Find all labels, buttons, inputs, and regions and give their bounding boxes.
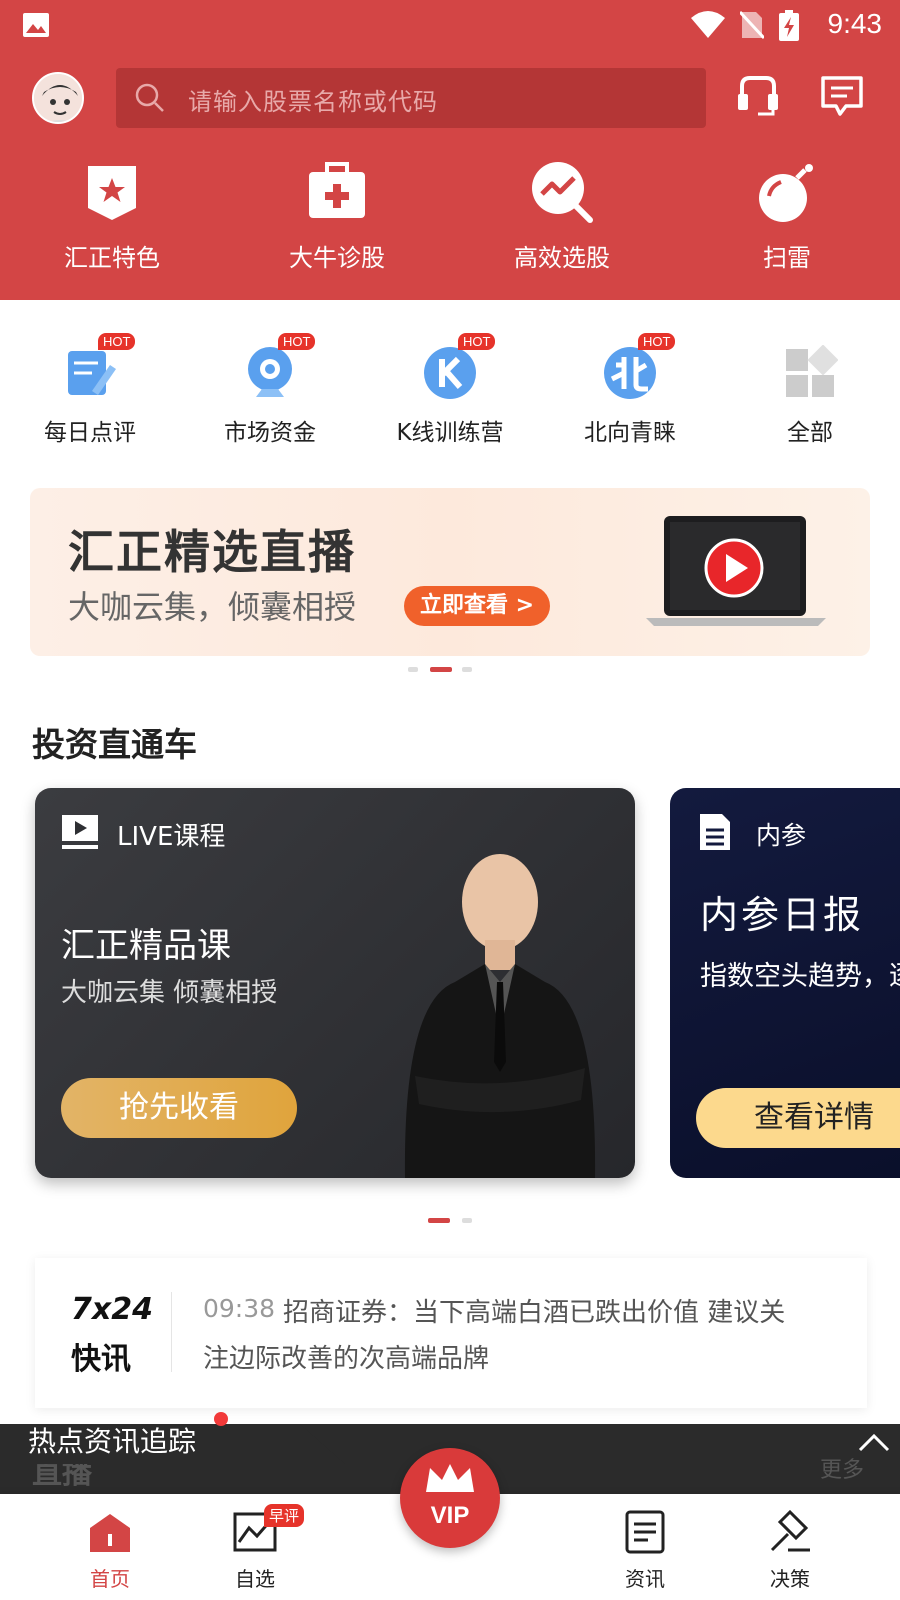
header: 9:43 请输入股票名称或代码 汇正特色 大牛诊股 高效选股 扫雷 [0,0,900,300]
nav-home[interactable]: 首页 [55,1510,165,1592]
quick-link-diagnose[interactable]: 大牛诊股 [237,160,437,273]
live-course-card[interactable]: LIVE课程 汇正精品课 大咖云集 倾囊相授 抢先收看 [35,788,635,1178]
customer-service-icon[interactable] [736,74,780,118]
nav-decision[interactable]: 决策 [735,1509,845,1592]
nav-label: 首页 [90,1567,130,1591]
bottom-nav: 首页 自选 早评 VIP 资讯 决策 [0,1448,900,1600]
document-icon [700,814,730,850]
news-icon [625,1510,665,1554]
message-icon[interactable] [820,74,864,118]
north-icon [604,347,656,399]
card-title: 汇正精品课 [61,926,231,966]
search-input[interactable]: 请输入股票名称或代码 [116,68,706,128]
presenter-photo [404,854,596,1178]
hot-tracking-label: 热点资讯追踪 [28,1425,197,1458]
banner-indicator-dot [462,667,472,672]
vip-button[interactable]: VIP [400,1448,500,1548]
webcam-icon [248,347,292,397]
card-tag: LIVE课程 [117,822,226,852]
hot-badge: HOT [278,333,316,350]
watch-now-button[interactable]: 抢先收看 [61,1078,297,1138]
quick-link-stock-picker[interactable]: 高效选股 [462,160,662,273]
live-banner[interactable]: 汇正精选直播 大咖云集，倾囊相授 立即查看 > [30,488,870,656]
shortcut-daily-review[interactable]: HOT 每日点评 [5,333,175,447]
gavel-icon [770,1509,810,1552]
shortcut-label: 北向青睐 [584,420,676,446]
bomb-icon [759,164,813,222]
news-text-line: 注边际改善的次高端品牌 [203,1344,490,1374]
video-icon [62,815,98,849]
banner-cta-button[interactable]: 立即查看 > [404,586,550,626]
section-title: 投资直通车 [32,725,197,764]
avatar[interactable] [32,72,84,124]
chevron-up-icon[interactable] [858,1432,890,1452]
card-title: 内参日报 [700,893,865,937]
quick-link-featured[interactable]: 汇正特色 [12,160,212,273]
quick-link-label: 扫雷 [763,244,811,272]
status-bar: 9:43 [0,0,900,52]
notepad-icon [68,351,116,395]
flash-news-logo-top: 7x24 [71,1292,153,1327]
banner-indicator-dot [408,667,418,672]
internal-reference-card[interactable]: 内参 内参日报 指数空头趋势，逐 查看详情 [670,788,900,1178]
star-shield-icon [88,166,136,220]
nav-news[interactable]: 资讯 [590,1510,700,1592]
flash-news-logo-bottom: 快讯 [71,1342,131,1377]
crown-icon [426,1464,474,1492]
hot-badge: HOT [98,333,136,350]
obscured-more-link: 更多 [820,1458,865,1483]
k-letter-icon [424,347,476,399]
news-text-line: 招商证券：当下高端白酒已跌出价值 建议关 [283,1298,786,1328]
vip-label: VIP [430,1502,470,1529]
avatar-face-icon [34,74,82,122]
nav-label: 资讯 [625,1567,665,1591]
shortcut-kline-camp[interactable]: HOT K线训练营 [365,333,535,447]
home-icon [90,1514,130,1552]
card-tag: 内参 [756,821,807,850]
banner-title: 汇正精选直播 [68,525,356,579]
view-details-button[interactable]: 查看详情 [696,1088,900,1148]
card-subtitle: 指数空头趋势，逐 [700,961,900,992]
quick-link-label: 汇正特色 [64,244,160,272]
shortcut-northbound[interactable]: HOT 北向青睐 [545,333,715,447]
quick-link-minesweep[interactable]: 扫雷 [687,160,887,273]
banner-subtitle: 大咖云集，倾囊相授 [68,588,357,626]
shortcut-label: 每日点评 [44,420,136,446]
shortcut-label: 市场资金 [224,420,316,446]
card-indicator-dot-active [428,1218,450,1223]
chart-search-icon [532,162,593,223]
wifi-icon [691,11,725,38]
quick-link-label: 大牛诊股 [289,244,385,272]
shortcut-market-funds[interactable]: HOT 市场资金 [185,333,355,447]
hot-badge: HOT [638,333,676,350]
news-time: 09:38 [203,1294,276,1323]
flash-news-card[interactable]: 7x24 快讯 09:38 招商证券：当下高端白酒已跌出价值 建议关 注边际改善… [35,1258,867,1408]
banner-indicator-dot-active [430,667,452,672]
notification-dot [214,1412,228,1426]
morning-review-badge: 早评 [264,1504,305,1527]
search-icon [135,83,164,112]
shortcut-all[interactable]: 全部 [725,344,895,447]
shortcut-label: 全部 [787,420,833,446]
no-sim-icon [740,10,764,40]
shortcut-label: K线训练营 [396,420,504,446]
divider [171,1292,172,1372]
hot-badge: HOT [458,333,496,350]
medical-kit-icon [309,162,365,218]
grid-apps-icon [786,344,839,397]
nav-watchlist[interactable]: 自选 早评 [200,1504,310,1592]
laptop-play-icon [646,516,826,626]
quick-link-label: 高效选股 [514,244,610,272]
image-notification-icon [23,13,49,37]
status-time: 9:43 [827,8,883,39]
card-subtitle: 大咖云集 倾囊相授 [61,978,278,1008]
battery-charging-icon [779,10,799,41]
nav-label: 自选 [235,1567,275,1591]
card-indicator-dot [462,1218,472,1223]
search-placeholder: 请输入股票名称或代码 [188,88,438,116]
nav-label: 决策 [770,1567,810,1591]
